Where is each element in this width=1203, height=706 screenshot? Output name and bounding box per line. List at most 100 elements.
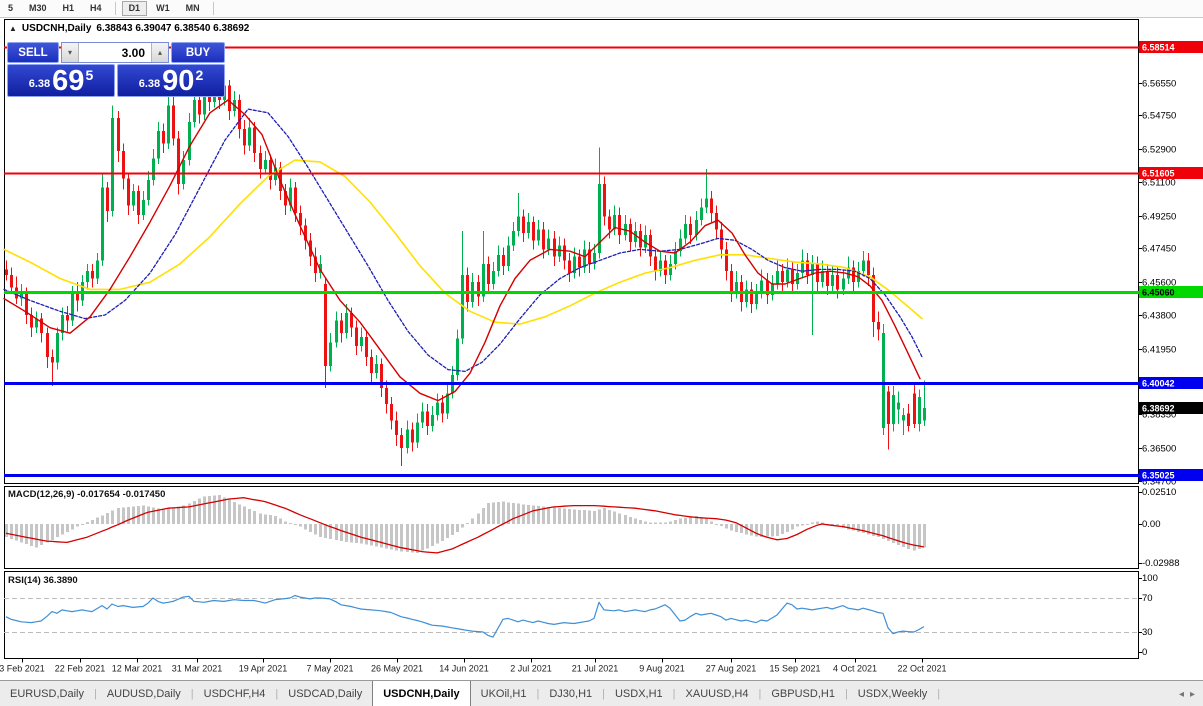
buy-button[interactable]: BUY: [171, 42, 225, 63]
macd-bar: [816, 521, 819, 524]
tab-usdcnh-daily[interactable]: USDCNH,Daily: [372, 681, 471, 706]
candle-body: [182, 160, 185, 184]
candle-body: [96, 260, 99, 279]
candle-body: [547, 238, 550, 250]
macd-bar: [360, 524, 363, 544]
macd-bar: [852, 524, 855, 531]
candle-body: [91, 271, 94, 279]
macd-bar: [117, 508, 120, 524]
sell-button[interactable]: SELL: [7, 42, 59, 63]
candle-body: [142, 200, 145, 215]
macd-bar: [259, 513, 262, 524]
macd-bar: [649, 522, 652, 524]
tab-eurusd-daily[interactable]: EURUSD,Daily: [0, 681, 94, 706]
macd-bar: [512, 502, 515, 524]
timeframe-button-w1[interactable]: W1: [149, 1, 177, 16]
macd-bar: [25, 524, 28, 545]
candle-body: [86, 271, 89, 283]
macd-bar: [715, 524, 718, 525]
macd-bar: [370, 524, 373, 546]
timeframe-button-h4[interactable]: H4: [83, 1, 109, 16]
macd-bar: [56, 524, 59, 538]
date-tick-label: 31 Mar 2021: [172, 664, 223, 674]
candle-body: [172, 105, 175, 139]
tab-gbpusd-h1[interactable]: GBPUSD,H1: [761, 681, 845, 706]
tab-usdchf-h4[interactable]: USDCHF,H4: [194, 681, 276, 706]
date-tick-label: 19 Apr 2021: [239, 664, 288, 674]
macd-bar: [862, 524, 865, 534]
price-level-tag-label: 6.38692: [1142, 404, 1175, 414]
macd-bar: [385, 524, 388, 549]
candle-body: [502, 254, 505, 266]
candle-body: [882, 333, 885, 428]
lot-decrease-button[interactable]: ▾: [62, 43, 79, 62]
candle-body: [431, 415, 434, 427]
candle-body: [618, 214, 621, 235]
macd-bar: [730, 524, 733, 531]
candle-body: [537, 229, 540, 241]
date-tick-label: 22 Oct 2021: [897, 664, 946, 674]
macd-bar: [674, 520, 677, 524]
collapse-chart-icon[interactable]: ▲: [9, 24, 17, 33]
candle-body: [441, 402, 444, 414]
candle-body: [542, 229, 545, 250]
macd-bar: [563, 508, 566, 524]
candle-body: [522, 216, 525, 233]
macd-bar: [857, 524, 860, 532]
tab-dj30-h1[interactable]: DJ30,H1: [539, 681, 602, 706]
tab-scroll-left-icon[interactable]: ◂: [1179, 689, 1184, 700]
macd-bar: [466, 523, 469, 525]
macd-bar: [618, 513, 621, 524]
macd-bar: [436, 524, 439, 544]
price-level-tag-label: 6.58514: [1142, 43, 1175, 53]
macd-bar: [314, 524, 317, 535]
macd-bar: [76, 524, 79, 527]
candle-body: [887, 391, 890, 425]
tab-usdx-weekly[interactable]: USDX,Weekly: [848, 681, 937, 706]
candle-body: [152, 158, 155, 181]
tab-usdx-h1[interactable]: USDX,H1: [605, 681, 673, 706]
lot-increase-button[interactable]: ▴: [151, 43, 168, 62]
timeframe-button-m30[interactable]: M30: [22, 1, 54, 16]
chart-canvas[interactable]: 6.56550 6.54750 6.52900 6.51100 6.49250 6.474…: [0, 18, 1203, 680]
macd-bar: [223, 497, 226, 524]
macd-bar: [532, 505, 535, 524]
macd-bar: [502, 501, 505, 524]
candle-body: [375, 364, 378, 374]
candle-body: [684, 223, 687, 239]
timeframe-button-h1[interactable]: H1: [56, 1, 82, 16]
candle-body: [456, 338, 459, 376]
candle-body: [167, 105, 170, 144]
timeframe-button-mn[interactable]: MN: [179, 1, 207, 16]
macd-bar: [553, 507, 556, 524]
tab-scroll-right-icon[interactable]: ▸: [1190, 689, 1195, 700]
sell-price-display[interactable]: 6.38 69 5: [7, 64, 115, 97]
macd-bar: [20, 524, 23, 543]
candle-body: [294, 187, 297, 213]
macd-bar: [66, 524, 69, 532]
timeframe-button-5[interactable]: 5: [1, 1, 20, 16]
tab-usdcad-daily[interactable]: USDCAD,Daily: [278, 681, 372, 706]
tab-ukoil-h1[interactable]: UKOil,H1: [471, 681, 537, 706]
macd-bar: [634, 518, 637, 524]
timeframe-button-d1[interactable]: D1: [121, 1, 148, 16]
buy-price-display[interactable]: 6.38 90 2: [117, 64, 225, 97]
macd-bar: [172, 507, 175, 524]
macd-bar: [10, 524, 13, 539]
candle-body: [400, 435, 403, 448]
candle-body: [355, 327, 358, 346]
tab-audusd-daily[interactable]: AUDUSD,Daily: [97, 681, 191, 706]
macd-bar: [710, 521, 713, 524]
macd-bar: [766, 524, 769, 537]
macd-bar: [588, 510, 591, 524]
candle-body: [365, 336, 368, 357]
macd-bar: [517, 503, 520, 524]
candle-body: [177, 138, 180, 184]
lot-size-value[interactable]: 3.00: [79, 43, 151, 62]
price-tick-label: 6.41950: [1142, 345, 1176, 356]
candle-body: [776, 271, 779, 284]
macd-bar: [324, 524, 327, 539]
macd-tick-label: 0.00: [1142, 519, 1161, 530]
tab-xauusd-h4[interactable]: XAUUSD,H4: [676, 681, 759, 706]
macd-pane-border: [4, 486, 1139, 569]
